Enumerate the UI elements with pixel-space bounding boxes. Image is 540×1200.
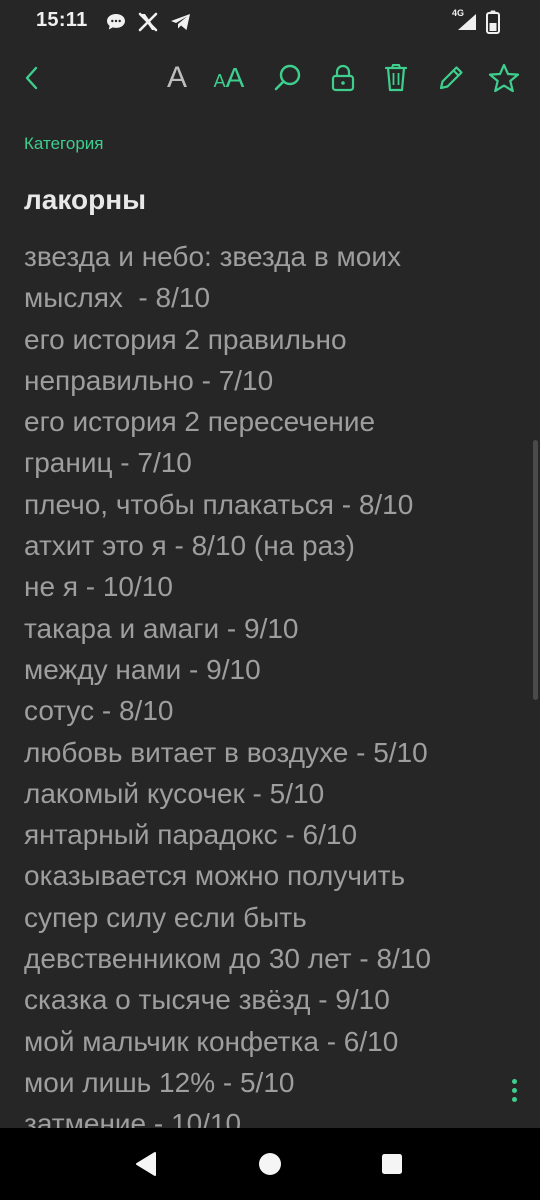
font-size-button[interactable]: AA — [209, 58, 249, 98]
status-time: 15:11 — [36, 9, 88, 31]
nav-home-icon — [259, 1153, 281, 1175]
edit-pencil-icon — [439, 66, 463, 90]
note-line: сказка о тысяче звёзд - 9/10 — [24, 984, 390, 1016]
note-title: лакорны — [24, 184, 147, 215]
note-line: его история 2 пересечение — [24, 406, 376, 438]
note-line: звезда и небо: звезда в моих — [24, 241, 401, 272]
more-dot — [511, 1078, 517, 1084]
note-line: девственником до 30 лет - 8/10 — [24, 943, 431, 975]
note-line: мои лишь 12% - 5/10 — [24, 1066, 295, 1098]
edit-button[interactable] — [431, 58, 471, 98]
delete-button[interactable] — [376, 58, 416, 98]
note-line: мыслях - 8/10 — [24, 282, 211, 314]
more-dot — [511, 1096, 517, 1102]
search-button[interactable] — [268, 58, 308, 98]
nav-back-icon — [136, 1152, 156, 1176]
nav-recents-button[interactable] — [374, 1146, 410, 1182]
lock-icon — [331, 64, 355, 92]
chat-icon — [107, 14, 125, 30]
note-line: оказывается можно получить — [24, 860, 406, 892]
signal-icon — [458, 14, 476, 30]
note-toolbar: A AA — [0, 50, 540, 106]
note-line: лакомый кусочек - 5/10 — [24, 777, 325, 809]
trash-icon — [384, 64, 408, 92]
note-line: неправильно - 7/10 — [24, 364, 274, 396]
font-icon: A — [166, 61, 187, 94]
note-line: супер силу если быть — [24, 901, 307, 933]
more-options-button[interactable] — [500, 1072, 528, 1108]
system-nav-bar — [0, 1128, 540, 1200]
note-line: границ - 7/10 — [24, 447, 192, 479]
note-line: его история 2 правильно — [24, 323, 347, 355]
lock-button[interactable] — [323, 58, 363, 98]
note-line: затмение - 10/10 — [24, 1108, 242, 1128]
more-dot — [511, 1087, 517, 1093]
note-line: атхит это я - 8/10 (на раз) — [24, 530, 356, 562]
note-line: между нами - 9/10 — [24, 653, 261, 685]
telegram-icon — [171, 14, 190, 30]
note-line: янтарный парадокс - 6/10 — [24, 819, 358, 851]
back-arrow-icon — [25, 66, 38, 90]
star-icon — [488, 63, 520, 93]
note-line: плечо, чтобы плакаться - 8/10 — [24, 488, 414, 520]
x-icon — [138, 12, 158, 32]
note-line: мой мальчик конфетка - 6/10 — [24, 1025, 399, 1057]
back-button[interactable] — [12, 58, 52, 98]
note-line: не я - 10/10 — [24, 571, 173, 603]
note-line: такара и амаги - 9/10 — [24, 612, 299, 644]
font-style-button[interactable]: A — [157, 58, 197, 98]
note-category[interactable]: Категория — [24, 134, 103, 154]
favorite-button[interactable] — [484, 58, 524, 98]
nav-home-button[interactable] — [252, 1146, 288, 1182]
scrollbar-thumb[interactable] — [533, 440, 538, 700]
note-line: любовь витает в воздухе - 5/10 — [24, 736, 428, 768]
nav-back-button[interactable] — [128, 1146, 164, 1182]
search-icon — [274, 64, 301, 91]
note-body[interactable]: звезда и небо: звезда в моих мыслях - 8/… — [24, 236, 504, 1128]
font-size-icon: AA — [213, 62, 245, 93]
note-line: сотус - 8/10 — [24, 695, 174, 727]
status-bar: 15:11 4G — [0, 0, 540, 44]
nav-recents-icon — [382, 1154, 402, 1174]
battery-icon — [486, 10, 500, 34]
